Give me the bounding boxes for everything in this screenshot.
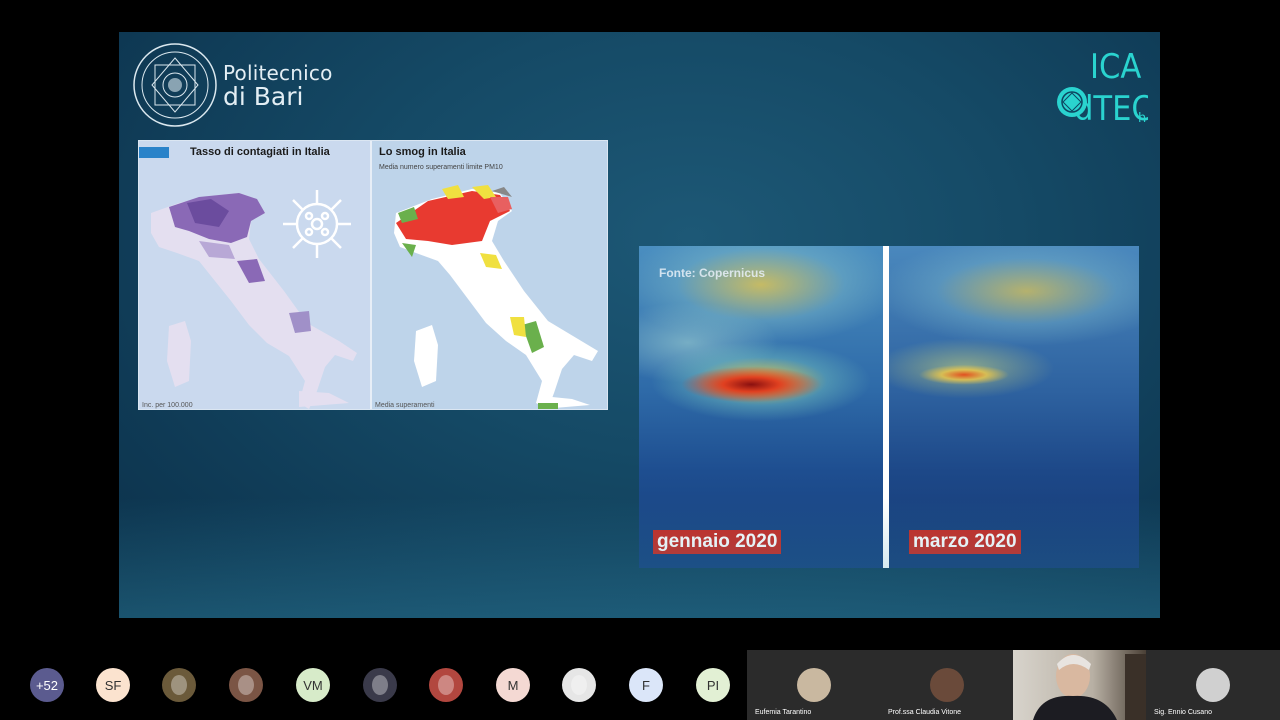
participant-bar: +52 SF VM M F PI Eufemia Tarantino Prof.ssa … — [0, 650, 1280, 720]
dicatech-logo: ICA dTEC h — [1057, 47, 1148, 125]
satellite-comparison: Fonte: Copernicus gennaio 2020 marzo 202… — [639, 246, 1139, 568]
avatar-photo-icon — [372, 675, 388, 695]
avatar-photo-icon — [238, 675, 254, 695]
avatar — [929, 668, 964, 702]
participant-chip[interactable]: VM — [296, 668, 330, 702]
infection-map-footer: Inc. per 100.000 — [142, 402, 193, 409]
avatar — [1196, 668, 1230, 702]
avatar — [796, 668, 831, 702]
participant-chip[interactable]: PI — [696, 668, 730, 702]
participant-tile-4[interactable]: Sig. Ennio Cusano — [1146, 650, 1280, 720]
institution-name: Politecnico di Bari — [223, 62, 333, 110]
satellite-march: marzo 2020 — [889, 246, 1139, 568]
label-january: gennaio 2020 — [653, 530, 782, 554]
participant-chip[interactable] — [429, 668, 463, 702]
satellite-january: Fonte: Copernicus gennaio 2020 — [639, 246, 883, 568]
participant-tile-3-video[interactable] — [1013, 650, 1146, 720]
institution-line2: di Bari — [223, 82, 304, 111]
svg-text:h: h — [1138, 111, 1146, 125]
italy-maps-figure: Tasso di contagiati in Italia Inc. per 1… — [138, 140, 608, 410]
smog-map: Lo smog in Italia Media numero superamen… — [372, 141, 607, 409]
participant-name: Sig. Ennio Cusano — [1154, 709, 1212, 716]
participant-chip[interactable] — [229, 668, 263, 702]
avatar-photo-icon — [438, 675, 454, 695]
participant-chip[interactable]: M — [496, 668, 530, 702]
participant-chip[interactable]: SF — [96, 668, 130, 702]
avatar-photo-icon — [571, 675, 587, 695]
label-march: marzo 2020 — [909, 530, 1021, 554]
participant-tile-2[interactable]: Prof.ssa Claudia Vitone — [880, 650, 1013, 720]
participant-tile-1[interactable]: Eufemia Tarantino — [747, 650, 880, 720]
speaker-video — [1033, 654, 1146, 720]
politecnico-seal-logo — [133, 43, 217, 127]
virus-icon — [283, 190, 351, 258]
italy-infection-shape — [151, 193, 357, 409]
avatar-photo-icon — [171, 675, 187, 695]
participant-name: Eufemia Tarantino — [755, 709, 812, 716]
infection-map: Tasso di contagiati in Italia Inc. per 1… — [139, 141, 370, 409]
participant-chip[interactable]: F — [629, 668, 663, 702]
satellite-source: Fonte: Copernicus — [659, 266, 766, 280]
svg-text:ICA: ICA — [1090, 47, 1141, 87]
participant-chip[interactable] — [162, 668, 196, 702]
italy-smog-shape — [394, 185, 598, 409]
institution-line1: Politecnico — [223, 61, 333, 85]
more-participants-button[interactable]: +52 — [30, 668, 64, 702]
participant-name: Prof.ssa Claudia Vitone — [888, 709, 962, 716]
participant-chip[interactable] — [562, 668, 596, 702]
shared-slide: Politecnico di Bari ICA dTEC h Tasso di … — [119, 32, 1160, 618]
participant-chip[interactable] — [363, 668, 397, 702]
smog-map-footer: Media superamenti — [375, 402, 435, 409]
